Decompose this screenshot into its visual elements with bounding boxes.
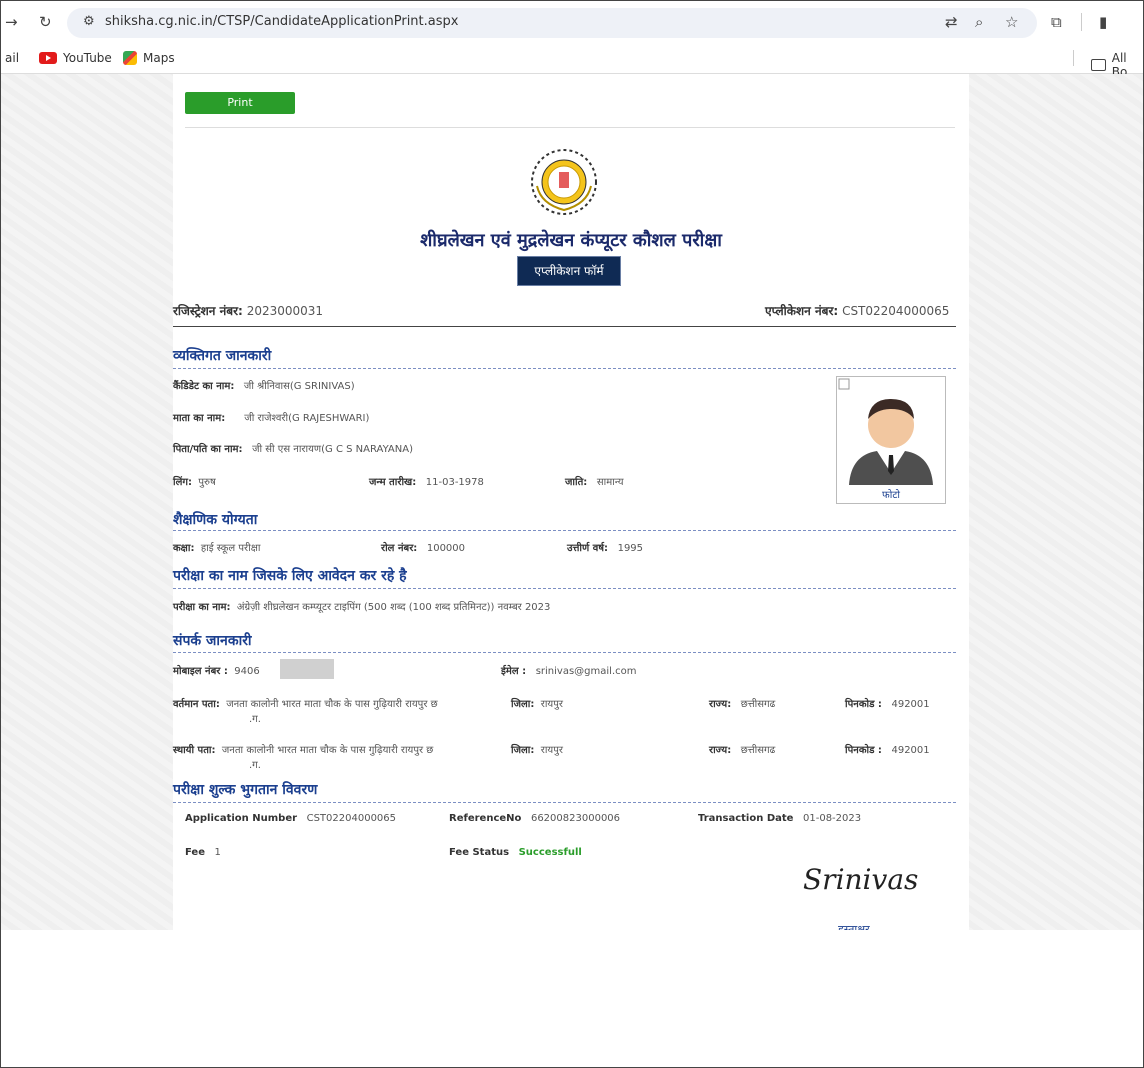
fee-status: Fee Status Successfull [449,847,582,858]
reference-number: ReferenceNo 66200823000006 [449,813,621,824]
photo-caption: फोटो [882,490,900,501]
top-divider [185,127,955,128]
current-pincode: पिनकोड : 492001 [845,699,930,710]
personal-divider [173,368,956,369]
application-form: Print शीघ्रलेखन एवं मुद्रलेखन कंप्यूटर क… [173,74,969,936]
current-state: राज्य: छत्तीसगढ [709,699,776,710]
bookmark-maps[interactable]: Maps [123,51,175,65]
fee-amount: Fee 1 [185,847,221,858]
passing-year: उत्तीर्ण वर्ष: 1995 [567,543,644,554]
permanent-pincode: पिनकोड : 492001 [845,745,930,756]
redacted-mobile [280,659,334,679]
header-divider [173,326,956,327]
application-form-badge: एप्लीकेशन फॉर्म [517,256,621,286]
youtube-icon [39,52,57,64]
person-avatar-icon [838,378,933,485]
date-of-birth: जन्म तारीख: 11-03-1978 [369,477,484,488]
forward-icon[interactable]: → [5,13,18,31]
print-button[interactable]: Print [185,92,295,114]
sidepanel-icon[interactable]: ▮ [1099,13,1107,31]
roll-number: रोल नंबर: 100000 [381,543,466,554]
education-heading: शैक्षणिक योग्यता [173,512,258,528]
permanent-address-line2: .ग. [249,760,261,771]
fee-divider [173,802,956,803]
bookmark-gmail[interactable]: ail [5,51,19,65]
address-bar[interactable]: ⚙ shiksha.cg.nic.in/CTSP/CandidateApplic… [67,8,1037,38]
permanent-address: स्थायी पता: जनता कालोनी भारत माता चौक के… [173,745,434,756]
registration-number: रजिस्ट्रेशन नंबर: 2023000031 [173,304,324,318]
exam-heading: परीक्षा का नाम जिसके लिए आवेदन कर रहे है [173,568,407,584]
current-district: जिला: रायपुर [511,699,563,710]
permanent-district: जिला: रायपुर [511,745,563,756]
page-title: शीघ्रलेखन एवं मुद्रलेखन कंप्यूटर कौशल पर… [420,230,722,251]
blank-area [1,930,1143,1067]
current-address-line2: .ग. [249,714,261,725]
bookmark-youtube[interactable]: YouTube [39,51,112,65]
svg-text:Srinivas: Srinivas [803,863,918,896]
fee-heading: परीक्षा शुल्क भुगतान विवरण [173,782,318,798]
bookmarks-divider [1073,50,1074,66]
father-name: पिता/पति का नाम: जी सी एस नारायण(G C S N… [173,444,413,455]
bookmark-star-icon[interactable]: ☆ [1005,13,1018,31]
mother-name: माता का नाम: जी राजेश्वरी(G RAJESHWARI) [173,413,370,424]
extensions-icon[interactable]: ⧉ [1051,13,1062,31]
screenshot-frame: → ↻ ⚙ shiksha.cg.nic.in/CTSP/CandidateAp… [0,0,1144,1068]
gender: लिंग: पुरुष [173,477,216,488]
exam-name: परीक्षा का नाम: अंग्रेज़ी शीघ्रलेखन कम्प… [173,602,551,613]
exam-divider [173,588,956,589]
caste: जाति: सामान्य [565,477,624,488]
permanent-state: राज्य: छत्तीसगढ [709,745,776,756]
personal-heading: व्यक्तिगत जानकारी [173,348,272,364]
site-info-icon[interactable]: ⚙ [83,14,95,29]
zoom-icon[interactable]: ⌕ [975,13,983,31]
reload-icon[interactable]: ↻ [39,13,52,31]
candidate-name: कैंडिडेट का नाम: जी श्रीनिवास(G SRINIVAS… [173,381,355,392]
candidate-photo: फोटो [836,376,946,504]
government-emblem-logo [531,149,597,215]
email: ईमेल : srinivas@gmail.com [501,666,637,677]
browser-toolbar: → ↻ ⚙ shiksha.cg.nic.in/CTSP/CandidateAp… [1,1,1143,43]
translate-icon[interactable]: ⇄ [945,13,958,31]
url-text[interactable]: shiksha.cg.nic.in/CTSP/CandidateApplicat… [105,14,458,29]
current-address: वर्तमान पता: जनता कालोनी भारत माता चौक क… [173,699,438,710]
contact-divider [173,652,956,653]
fee-application-number: Application Number CST02204000065 [185,813,397,824]
maps-icon [123,51,137,65]
education-class: कक्षा: हाई स्कूल परीक्षा [173,543,261,554]
toolbar-divider [1081,13,1082,31]
application-number: एप्लीकेशन नंबर: CST02204000065 [765,304,950,318]
education-divider [173,530,956,531]
bookmarks-bar: ail YouTube Maps All Bo [1,43,1143,79]
signature-image: Srinivas [803,863,918,896]
mobile-number: मोबाइल नंबर : 9406 [173,666,260,677]
transaction-date: Transaction Date 01-08-2023 [698,813,862,824]
contact-heading: संपर्क जानकारी [173,633,252,649]
folder-icon [1091,59,1106,71]
